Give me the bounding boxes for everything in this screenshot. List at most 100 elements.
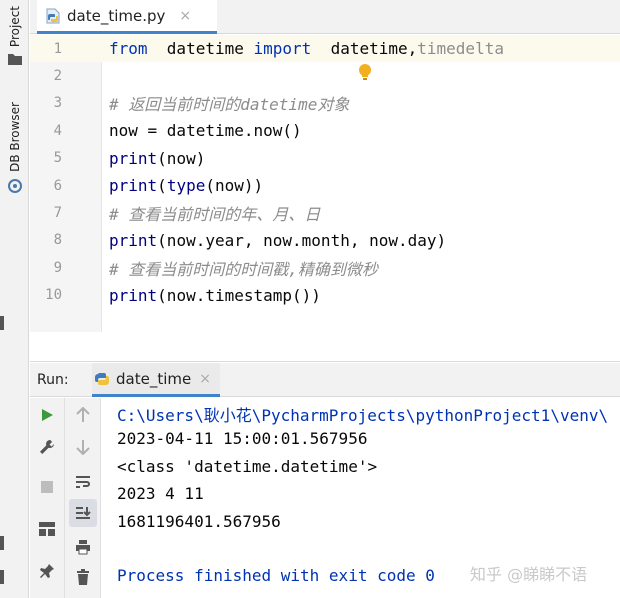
code-token: datetime, (311, 39, 418, 59)
code-text: from datetime import datetime,timedelta (109, 39, 504, 58)
line-number: 7 (53, 205, 62, 222)
code-text: print(type(now)) (109, 176, 263, 195)
watermark: 知乎 @睇睇不语 (470, 565, 588, 584)
code-token: # 查看当前时间的时间戳,精确到微秒 (109, 259, 378, 279)
code-line[interactable]: 5 print(now) (30, 145, 620, 172)
side-marker (0, 536, 4, 550)
console-output-line: C:\Users\耿小花\PycharmProjects\pythonProje… (117, 406, 609, 425)
code-token: print (109, 148, 158, 168)
db-browser-tool-label: DB Browser (7, 102, 22, 172)
editor-tab-date-time[interactable]: date_time.py × (37, 0, 217, 34)
console-output-line: 1681196401.567956 (117, 512, 281, 531)
code-token: print (109, 285, 158, 305)
code-line[interactable]: 10 print(now.timestamp()) (30, 282, 620, 309)
code-text: now = datetime.now() (109, 121, 302, 140)
run-tab-date-time[interactable]: date_time × (92, 363, 220, 397)
project-tool-label: Project (7, 6, 22, 48)
left-tool-strip: Project DB Browser (0, 0, 29, 598)
layout-icon (39, 522, 55, 536)
db-browser-tool-button[interactable]: DB Browser (0, 102, 29, 194)
close-run-tab-icon[interactable]: × (199, 371, 211, 387)
code-token: now = datetime.now() (109, 121, 302, 141)
stop-icon (41, 481, 53, 493)
console-output-line: 2023-04-11 15:00:01.567956 (117, 429, 368, 448)
db-browser-icon (7, 178, 22, 193)
printer-icon (76, 540, 90, 555)
side-marker (0, 570, 4, 584)
clear-all-button[interactable] (71, 565, 95, 589)
rerun-button[interactable] (35, 403, 59, 427)
code-token: (now)) (205, 176, 264, 196)
code-line[interactable]: 9 # 查看当前时间的时间戳,精确到微秒 (30, 254, 620, 281)
soft-wrap-button[interactable] (71, 470, 95, 494)
code-token: (now) (157, 148, 206, 168)
code-token: type (166, 176, 206, 196)
code-line[interactable]: 2 (30, 62, 620, 89)
line-number: 8 (53, 232, 62, 249)
code-token: ( (157, 176, 167, 196)
line-number: 1 (53, 40, 62, 57)
code-text: print(now.timestamp()) (109, 286, 321, 305)
trash-icon (77, 569, 89, 585)
scroll-up-button[interactable] (71, 403, 95, 427)
code-line[interactable]: 3 # 返回当前时间的datetime对象 (30, 90, 620, 117)
code-line[interactable]: 8 print(now.year, now.month, now.day) (30, 227, 620, 254)
line-number: 2 (53, 68, 62, 85)
restore-layout-button[interactable] (35, 517, 59, 541)
run-toolbar-secondary (65, 398, 101, 598)
folder-icon (7, 54, 22, 66)
python-file-icon (46, 8, 60, 23)
run-panel-header: Run: date_time × (30, 363, 620, 397)
code-text: # 查看当前时间的年、月、日 (109, 201, 320, 225)
editor-tab-label: date_time.py (67, 6, 166, 25)
code-token: # 返回当前时间的datetime对象 (109, 95, 350, 115)
arrow-down-icon (76, 440, 90, 455)
line-number: 4 (53, 122, 62, 139)
code-text: # 返回当前时间的datetime对象 (109, 91, 349, 115)
code-token: datetime (147, 39, 254, 59)
console-output-line: 2023 4 11 (117, 484, 204, 503)
close-tab-icon[interactable]: × (179, 8, 191, 24)
side-marker (0, 316, 4, 330)
run-label: Run: (37, 371, 69, 388)
editor-tab-bar: date_time.py × (30, 0, 620, 34)
code-line[interactable]: 7 # 查看当前时间的年、月、日 (30, 199, 620, 226)
code-token: (now.timestamp()) (157, 285, 321, 305)
scroll-to-end-icon (76, 507, 91, 519)
line-number: 9 (53, 259, 62, 276)
code-token: print (109, 176, 158, 196)
console-output-line: <class 'datetime.datetime'> (117, 457, 378, 476)
code-token: from (109, 39, 148, 59)
code-token: timedelta (417, 39, 504, 59)
scroll-down-button[interactable] (71, 435, 95, 459)
pin-icon (40, 564, 54, 578)
run-toolbar-primary (30, 398, 65, 598)
python-icon (95, 372, 109, 385)
code-editor[interactable]: 1 from datetime import datetime,timedelta… (30, 35, 620, 332)
line-number: 6 (53, 177, 62, 194)
stop-button[interactable] (35, 475, 59, 499)
play-icon (42, 409, 53, 421)
code-line[interactable]: 6 print(type(now)) (30, 172, 620, 199)
line-number: 10 (45, 287, 62, 304)
code-line[interactable]: 1 from datetime import datetime,timedelta (30, 35, 620, 63)
code-token: (now.year, now.month, now.day) (157, 230, 447, 250)
editor-empty-area (30, 332, 620, 362)
wrench-icon (40, 440, 54, 454)
scroll-to-end-button[interactable] (69, 499, 97, 527)
line-number: 5 (53, 150, 62, 167)
code-line[interactable]: 4 now = datetime.now() (30, 117, 620, 144)
code-text: print(now) (109, 149, 205, 168)
edit-configuration-button[interactable] (35, 435, 59, 459)
project-tool-button[interactable]: Project (0, 6, 29, 66)
code-text: # 查看当前时间的时间戳,精确到微秒 (109, 256, 378, 280)
soft-wrap-icon (76, 476, 90, 488)
print-button[interactable] (71, 535, 95, 559)
line-number: 3 (53, 95, 62, 112)
lightbulb-icon[interactable] (358, 63, 372, 81)
pin-tab-button[interactable] (35, 559, 59, 583)
code-token: print (109, 230, 158, 250)
code-token: import (253, 39, 312, 59)
process-finished-text: Process finished with exit code 0 (117, 566, 435, 585)
run-tab-label: date_time (116, 369, 192, 388)
